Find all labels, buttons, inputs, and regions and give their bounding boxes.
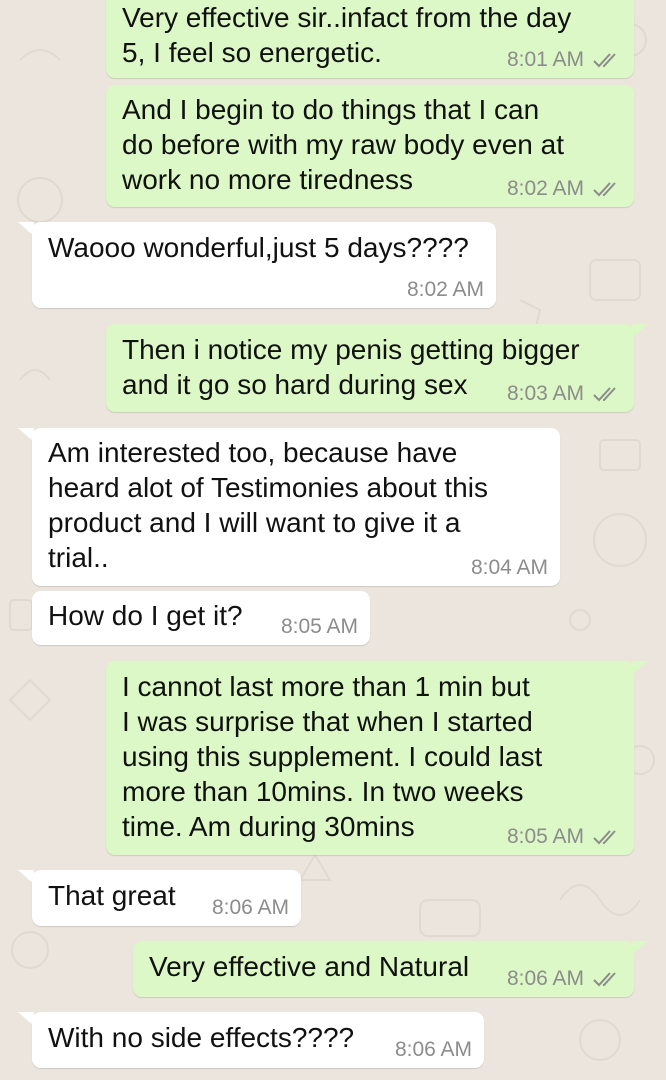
message-text: And I begin to do things that I can do b… [122,94,565,195]
message-meta: 8:02 AM [507,177,622,201]
message-time: 8:05 AM [506,825,584,848]
message-meta: 8:06 AM [507,967,622,991]
read-ticks-icon [593,182,616,197]
message-meta: 8:03 AM [507,382,622,406]
incoming-message[interactable]: How do I get it? 8:05 AM [32,591,370,645]
message-text: Very effective sir..infact from the day … [122,2,572,68]
message-meta: 8:06 AM [395,1038,472,1062]
message-meta: 8:05 AM [281,615,358,639]
incoming-message[interactable]: That great 8:06 AM [32,870,301,926]
message-time: 8:03 AM [506,382,584,405]
bubble-tail [632,661,648,675]
bubble-tail [632,324,648,338]
message-time: 8:02 AM [506,177,584,200]
message-meta: 8:06 AM [212,896,289,920]
message-time: 8:06 AM [506,967,584,990]
message-text: That great [48,880,176,911]
message-text: Waooo wonderful,just 5 days???? [48,232,469,263]
incoming-message[interactable]: Waooo wonderful,just 5 days???? 8:02 AM [32,222,496,308]
read-ticks-icon [593,387,616,402]
incoming-message[interactable]: Am interested too, because have heard al… [32,428,560,586]
outgoing-message[interactable]: Then i notice my penis getting bigger an… [106,324,634,412]
message-time: 8:06 AM [211,896,289,919]
message-text: Very effective and Natural [149,951,470,982]
bubble-tail [632,941,648,955]
message-meta: 8:04 AM [471,556,548,580]
outgoing-message[interactable]: Very effective and Natural 8:06 AM [133,941,634,997]
message-meta: 8:01 AM [507,48,622,72]
message-time: 8:02 AM [406,278,484,301]
read-ticks-icon [593,53,616,68]
conversation-thread: Very effective sir..infact from the day … [0,0,666,1080]
message-text: I cannot last more than 1 min but I was … [122,671,543,842]
incoming-message[interactable]: With no side effects???? 8:06 AM [32,1012,484,1068]
message-text: Am interested too, because have heard al… [48,437,488,573]
message-meta: 8:02 AM [407,278,484,302]
message-time: 8:06 AM [394,1038,472,1061]
read-ticks-icon [593,830,616,845]
message-text: With no side effects???? [48,1022,355,1053]
message-time: 8:01 AM [506,48,584,71]
message-text: How do I get it? [48,600,243,631]
message-time: 8:04 AM [470,556,548,579]
message-time: 8:05 AM [280,615,358,638]
message-meta: 8:05 AM [507,825,622,849]
read-ticks-icon [593,972,616,987]
outgoing-message[interactable]: I cannot last more than 1 min but I was … [106,661,634,855]
outgoing-message[interactable]: And I begin to do things that I can do b… [106,85,634,207]
outgoing-message[interactable]: Very effective sir..infact from the day … [106,0,634,78]
